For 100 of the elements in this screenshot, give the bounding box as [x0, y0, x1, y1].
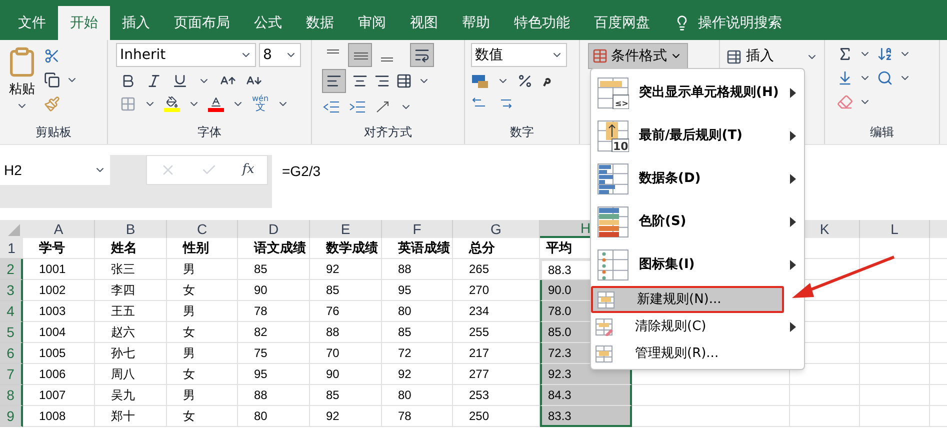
table-cell: 姓名 — [95, 238, 167, 259]
table-cell: 95 — [382, 280, 453, 301]
row-header[interactable]: 4 — [0, 301, 23, 322]
ribbon-tab[interactable]: 视图 — [398, 6, 450, 40]
row-header[interactable]: 1 — [0, 238, 23, 259]
table-cell: 吴九 — [95, 385, 167, 406]
table-cell: 85 — [310, 280, 382, 301]
table-cell: 90 — [238, 280, 310, 301]
table-cell: 78 — [238, 301, 310, 322]
font-size-field[interactable]: 8 — [259, 43, 301, 67]
font-name-field[interactable]: Inherit — [116, 43, 256, 67]
table-cell: 78 — [382, 406, 453, 427]
table-cell: 李四 — [95, 280, 167, 301]
table-cell: 92 — [310, 406, 382, 427]
table-cell: 88 — [382, 259, 453, 280]
tell-me-search[interactable]: 操作说明搜索 — [698, 12, 782, 34]
group-label: 字体 — [196, 124, 222, 141]
table-cell: 88 — [238, 385, 310, 406]
column-header[interactable]: F — [382, 220, 453, 238]
column-header[interactable]: E — [310, 220, 382, 238]
table-cell: 1002 — [23, 280, 95, 301]
table-cell: 女 — [167, 322, 238, 343]
group-label: 编辑 — [869, 124, 895, 141]
table-cell: 语文成绩 — [238, 238, 310, 259]
paste-button[interactable]: 粘贴 — [9, 80, 35, 100]
table-cell: 92 — [310, 259, 382, 280]
table-cell: 1008 — [23, 406, 95, 427]
ribbon-tab[interactable]: 数据 — [294, 6, 346, 40]
column-header[interactable]: C — [167, 220, 238, 238]
table-cell: 85 — [238, 259, 310, 280]
table-cell: 郑十 — [95, 406, 167, 427]
row-header[interactable]: 3 — [0, 280, 23, 301]
ribbon-tab[interactable]: 百度网盘 — [582, 6, 662, 40]
row-header[interactable]: 7 — [0, 364, 23, 385]
ribbon-tab[interactable]: 文件 — [6, 6, 58, 40]
table-cell: 90 — [310, 364, 382, 385]
table-cell: 男 — [167, 259, 238, 280]
ribbon-tab[interactable]: 审阅 — [346, 6, 398, 40]
ribbon-tab[interactable]: 页面布局 — [162, 6, 242, 40]
table-cell: 80 — [382, 301, 453, 322]
table-cell: 女 — [167, 406, 238, 427]
table-cell: 1001 — [23, 259, 95, 280]
menu-item[interactable]: 新建规则(N)... — [591, 286, 784, 313]
table-cell: 80 — [382, 385, 453, 406]
table-cell: 张三 — [95, 259, 167, 280]
menu-item[interactable]: 10 最前/最后规则(T) — [591, 114, 804, 157]
table-cell: 1006 — [23, 364, 95, 385]
phonetic-button[interactable]: wén 文 — [252, 95, 269, 113]
table-cell: 85 — [310, 385, 382, 406]
table-cell: 数学成绩 — [310, 238, 382, 259]
table-cell: 王五 — [95, 301, 167, 322]
conditional-format-button[interactable]: 条件格式 — [588, 43, 688, 69]
name-box[interactable]: H2 — [0, 155, 110, 185]
number-format-field[interactable]: 数值 — [471, 43, 567, 67]
ribbon-tab[interactable]: 插入 — [110, 6, 162, 40]
group-label: 剪贴板 — [34, 124, 72, 141]
table-cell: 1004 — [23, 322, 95, 343]
row-header[interactable]: 8 — [0, 385, 23, 406]
group-label: 对齐方式 — [363, 124, 413, 141]
table-cell: 84.3 — [540, 385, 632, 406]
row-header[interactable]: 5 — [0, 322, 23, 343]
column-header[interactable]: L — [860, 220, 930, 238]
table-cell: 82 — [238, 322, 310, 343]
table-cell: 1007 — [23, 385, 95, 406]
table-cell: 周八 — [95, 364, 167, 385]
table-cell: 75 — [238, 343, 310, 364]
ribbon-tab[interactable]: 开始 — [58, 6, 110, 40]
ribbon-tab[interactable]: 公式 — [242, 6, 294, 40]
table-cell: 女 — [167, 364, 238, 385]
table-cell: 70 — [310, 343, 382, 364]
insert-cells-button[interactable]: 插入 — [726, 46, 774, 67]
group-label: 数字 — [509, 124, 535, 141]
table-cell: 男 — [167, 343, 238, 364]
column-header[interactable]: D — [238, 220, 310, 238]
table-cell: 1005 — [23, 343, 95, 364]
table-cell: 学号 — [23, 238, 95, 259]
table-cell: 赵六 — [95, 322, 167, 343]
table-cell: 总分 — [453, 238, 540, 259]
ribbon-tab[interactable]: 特色功能 — [502, 6, 582, 40]
table-cell: 80 — [238, 406, 310, 427]
table-cell: 95 — [238, 364, 310, 385]
table-cell: 88 — [310, 322, 382, 343]
table-cell: 女 — [167, 280, 238, 301]
table-cell: 男 — [167, 301, 238, 322]
menu-item[interactable]: 数据条(D) — [591, 157, 804, 200]
row-header[interactable]: 6 — [0, 343, 23, 364]
table-cell: 孙七 — [95, 343, 167, 364]
table-cell: 性别 — [167, 238, 238, 259]
column-header[interactable]: A — [23, 220, 95, 238]
table-cell: 英语成绩 — [382, 238, 453, 259]
table-cell: 72 — [382, 343, 453, 364]
row-header[interactable]: 9 — [0, 406, 23, 427]
insert-function-button[interactable]: fx — [242, 160, 254, 180]
table-cell: 92 — [382, 364, 453, 385]
menu-item[interactable]: ≤> 突出显示单元格规则(H) — [591, 71, 804, 114]
column-header[interactable]: G — [453, 220, 540, 238]
row-header[interactable]: 2 — [0, 259, 23, 280]
column-header[interactable]: B — [95, 220, 167, 238]
table-cell: 85 — [382, 322, 453, 343]
ribbon-tab[interactable]: 帮助 — [450, 6, 502, 40]
